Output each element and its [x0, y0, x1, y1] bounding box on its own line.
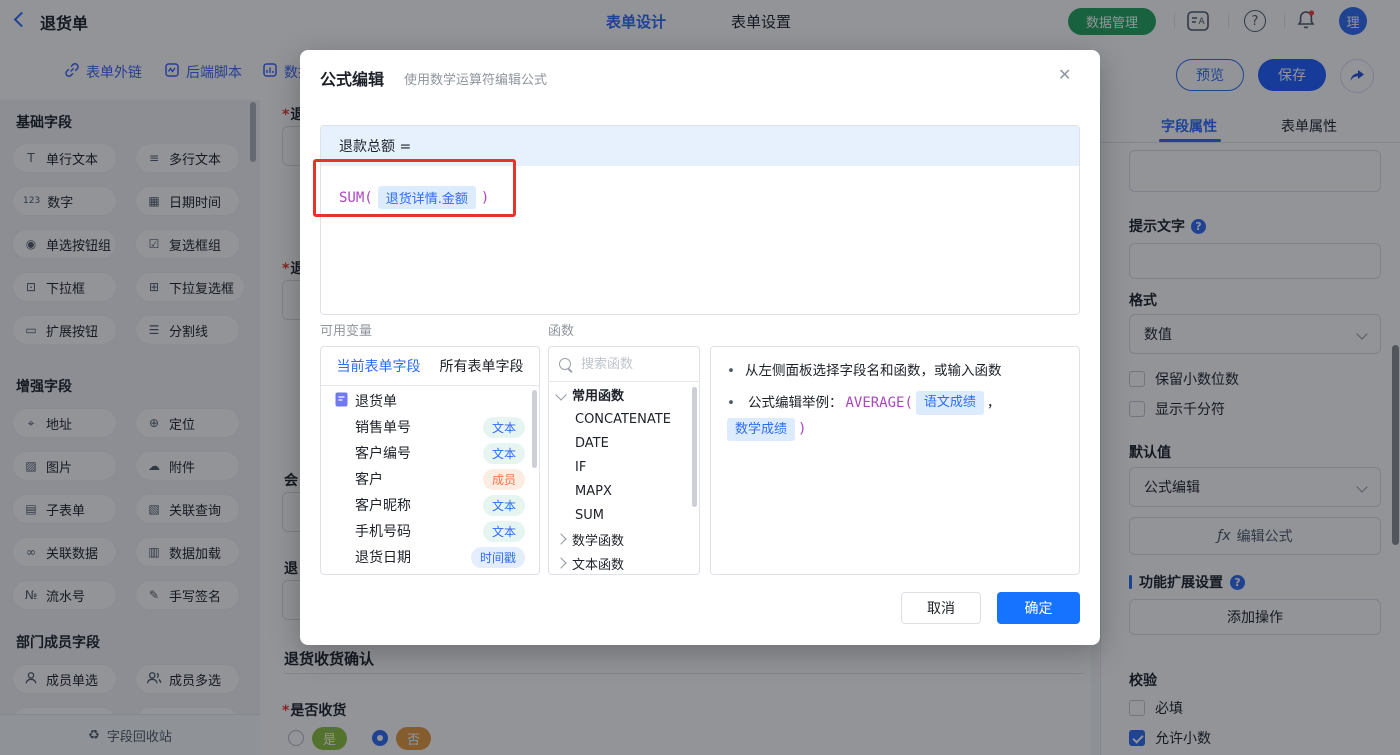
dialog-subtitle: 使用数学运算符编辑公式: [404, 73, 548, 88]
tab-current-form-fields[interactable]: 当前表单字段: [337, 356, 421, 376]
function-item[interactable]: MAPX: [549, 479, 699, 503]
variable-row[interactable]: 客户昵称 文本: [321, 492, 539, 518]
function-item[interactable]: SUM: [549, 503, 699, 527]
variable-row[interactable]: 客户编号 文本: [321, 440, 539, 466]
help-line-2: • 公式编辑举例： AVERAGE( 语文成绩 ， 数学成绩 ): [727, 391, 1063, 442]
type-tag: 文本: [482, 416, 525, 438]
app-window: 退货单 表单设计 表单设置 数据管理 A ? 理 表单外链 后端脚本 数据权 预…: [0, 0, 1400, 755]
functions-panel: 常用函数 CONCATENATE DATE IF MAPX SUM 数学函数 文…: [548, 346, 700, 575]
doc-icon: [335, 392, 348, 411]
close-paren: ): [798, 421, 807, 437]
chevron-right-icon: [555, 557, 567, 569]
function-item[interactable]: DATE: [549, 431, 699, 455]
tree-root[interactable]: 退货单: [321, 386, 539, 414]
dialog-title: 公式编辑: [320, 70, 385, 89]
function-name: AVERAGE(: [845, 394, 913, 411]
field-token: 数学成绩: [727, 417, 796, 442]
search-icon: [559, 358, 571, 370]
function-search-input[interactable]: [579, 355, 683, 373]
confirm-button[interactable]: 确定: [997, 592, 1080, 624]
type-tag: 时间戳: [470, 546, 525, 568]
chevron-down-icon: [555, 388, 567, 401]
formula-editor[interactable]: 退款总额 = SUM( 退货详情.金额 ): [320, 125, 1080, 315]
tab-all-form-fields[interactable]: 所有表单字段: [440, 356, 524, 376]
annotation-highlight-box: [313, 159, 516, 217]
variables-label: 可用变量: [320, 324, 373, 339]
type-tag: 文本: [482, 494, 525, 516]
tree-root-label: 退货单: [355, 394, 397, 410]
function-group[interactable]: 数学函数: [549, 527, 699, 551]
variable-row[interactable]: 销售单号 文本: [321, 414, 539, 440]
variables-scrollbar[interactable]: [532, 390, 537, 468]
type-tag: 文本: [482, 520, 525, 542]
functions-label: 函数: [548, 324, 575, 339]
field-token: 语文成绩: [915, 391, 984, 415]
variable-row[interactable]: 退货日期 时间戳: [321, 544, 539, 570]
cancel-button[interactable]: 取消: [901, 592, 981, 624]
function-item[interactable]: IF: [549, 455, 699, 479]
help-line-1: • 从左侧面板选择字段名和函数，或输入函数: [727, 363, 1002, 379]
function-group[interactable]: 文本函数: [549, 551, 699, 574]
variable-row[interactable]: 客户 成员: [321, 466, 539, 492]
type-tag: 成员: [482, 468, 525, 490]
formula-editor-dialog: 公式编辑 使用数学运算符编辑公式 ✕ 退款总额 = SUM( 退货详情.金额 )…: [300, 50, 1100, 645]
function-group[interactable]: 常用函数: [549, 382, 699, 407]
chevron-right-icon: [555, 533, 567, 545]
close-icon[interactable]: ✕: [1058, 65, 1071, 84]
functions-scrollbar[interactable]: [692, 387, 697, 507]
variable-row[interactable]: 手机号码 文本: [321, 518, 539, 544]
variables-panel: 当前表单字段 所有表单字段 退货单 销售单号 文本 客户编号 文本 客户 成员 客户昵…: [320, 346, 540, 575]
type-tag: 文本: [482, 442, 525, 464]
help-panel: • 从左侧面板选择字段名和函数，或输入函数 • 公式编辑举例： AVERAGE( 语…: [710, 346, 1080, 575]
function-item[interactable]: CONCATENATE: [549, 407, 699, 431]
